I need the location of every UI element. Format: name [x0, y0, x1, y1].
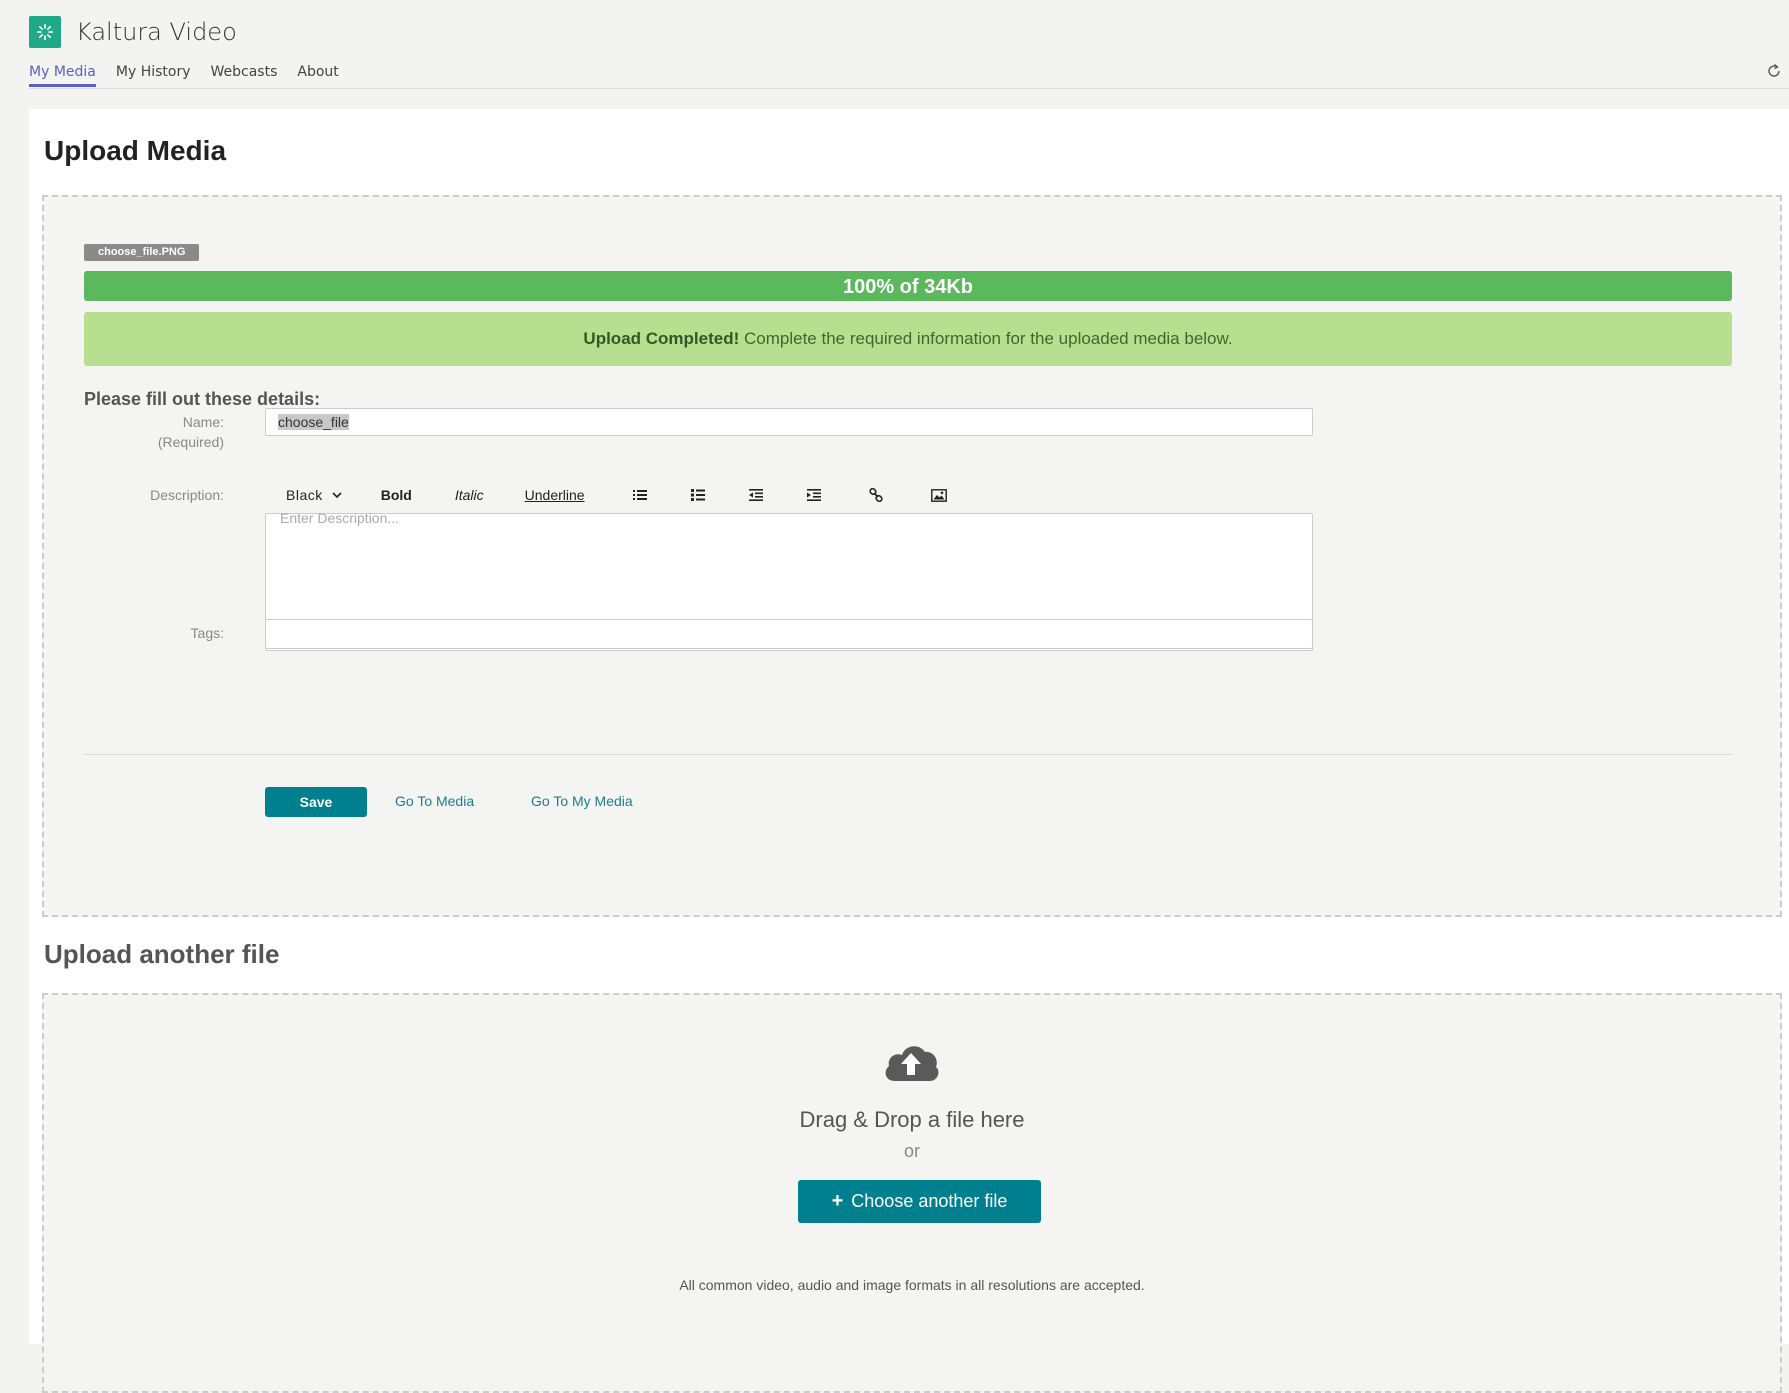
color-dropdown[interactable]: Black — [286, 487, 343, 503]
tags-field[interactable] — [265, 619, 1313, 649]
numbered-list-icon[interactable] — [690, 489, 705, 501]
description-toolbar: Black Bold Italic Underline — [265, 481, 947, 509]
image-icon[interactable] — [930, 488, 947, 502]
form-title: Please fill out these details: — [84, 389, 321, 409]
bold-button[interactable]: Bold — [381, 487, 412, 503]
tab-about[interactable]: About — [297, 64, 338, 87]
chevron-down-icon — [332, 492, 342, 499]
kaltura-logo-icon — [36, 23, 54, 41]
plus-icon: + — [831, 1190, 844, 1212]
upload-progress-bar: 100% of 34Kb — [84, 271, 1732, 301]
alert-title: Upload Completed! — [583, 329, 740, 348]
refresh-icon[interactable] — [1765, 62, 1783, 80]
tab-bar: My Media My History Webcasts About — [29, 64, 359, 87]
indent-icon[interactable] — [806, 489, 821, 501]
description-placeholder: Enter Description... — [280, 510, 400, 526]
alert-text: Complete the required information for th… — [739, 329, 1233, 348]
name-label: Name: (Required) — [74, 412, 224, 452]
name-label-text: Name: — [182, 414, 224, 430]
upload-success-alert: Upload Completed! Complete the required … — [84, 312, 1732, 366]
save-button[interactable]: Save — [265, 787, 367, 817]
progress-label: 100% of 34Kb — [842, 276, 974, 298]
tab-my-media[interactable]: My Media — [29, 64, 96, 87]
app-logo — [29, 16, 61, 48]
bulleted-list-icon[interactable] — [632, 489, 647, 501]
underline-button[interactable]: Underline — [525, 487, 585, 503]
accepted-formats-text: All common video, audio and image format… — [679, 1277, 1145, 1293]
go-to-my-media-link[interactable]: Go To My Media — [531, 793, 633, 809]
cloud-upload-icon — [885, 1046, 939, 1081]
name-required-text: (Required) — [157, 434, 224, 450]
or-text: or — [903, 1141, 920, 1161]
file-name-badge: choose_file.PNG — [84, 244, 200, 261]
link-icon[interactable] — [868, 488, 883, 502]
page-title: Upload Media — [44, 135, 227, 166]
description-label: Description: — [150, 487, 224, 503]
drop-text: Drag & Drop a file here — [799, 1107, 1025, 1132]
choose-another-file-button[interactable]: + Choose another file — [798, 1180, 1041, 1223]
tab-webcasts[interactable]: Webcasts — [211, 64, 278, 87]
app-title: Kaltura Video — [76, 18, 237, 46]
name-value: choose_file — [278, 414, 349, 430]
choose-another-file-label: Choose another file — [851, 1191, 1008, 1211]
tab-my-history[interactable]: My History — [116, 64, 191, 87]
drop-zone[interactable]: Drag & Drop a file here or + Choose anot… — [42, 993, 1782, 1393]
upload-another-title: Upload another file — [44, 939, 280, 969]
italic-button[interactable]: Italic — [455, 487, 484, 503]
tab-divider — [29, 88, 1789, 89]
tags-label: Tags: — [190, 625, 224, 641]
color-dropdown-label: Black — [286, 487, 323, 503]
name-field[interactable]: choose_file — [265, 408, 1313, 436]
form-divider — [84, 754, 1732, 755]
main-panel: Upload Media choose_file.PNG 100% of 34K… — [29, 109, 1789, 1393]
outdent-icon[interactable] — [748, 489, 763, 501]
upload-box: choose_file.PNG 100% of 34Kb Upload Comp… — [42, 195, 1782, 917]
go-to-media-link[interactable]: Go To Media — [395, 793, 474, 809]
